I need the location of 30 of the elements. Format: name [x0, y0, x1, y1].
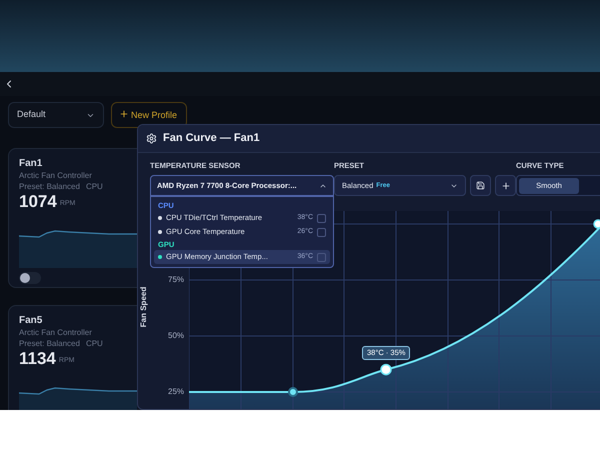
plus-icon	[119, 109, 129, 119]
fan-controller: Arctic Fan Controller	[19, 170, 92, 181]
fan-controller: Arctic Fan Controller	[19, 327, 92, 338]
save-icon	[476, 181, 485, 190]
fan-source: CPU	[86, 338, 103, 349]
add-button[interactable]	[495, 175, 516, 196]
dialog-title: Fan Curve — Fan1	[163, 131, 260, 146]
profile-select[interactable]: Default	[8, 102, 104, 128]
bullet-icon	[158, 216, 162, 220]
bullet-icon	[158, 230, 162, 234]
option-checkbox[interactable]	[317, 228, 326, 236]
fan-name: Fan1	[19, 157, 42, 170]
fan-preset: Preset: Balanced	[19, 181, 80, 192]
plus-icon	[500, 180, 510, 190]
save-button[interactable]	[470, 175, 491, 196]
fan-rpm: 1134	[19, 349, 56, 369]
fan-name: Fan5	[19, 314, 42, 327]
gear-icon	[146, 133, 157, 144]
fan-source: CPU	[86, 181, 103, 192]
fan-toggle[interactable]	[19, 272, 41, 284]
option-checkbox[interactable]	[317, 214, 326, 222]
fan-rpm: 1074	[19, 192, 57, 212]
bullet-icon	[158, 255, 162, 259]
y-tick-label: 25%	[168, 387, 184, 397]
y-tick-label: 50%	[168, 331, 184, 341]
fan-preset: Preset: Balanced	[19, 338, 80, 349]
curve-point[interactable]	[288, 387, 298, 397]
option-checkbox[interactable]	[317, 252, 326, 262]
y-tick-label: 75%	[168, 275, 184, 285]
y-axis-label: Fan Speed	[138, 286, 150, 328]
